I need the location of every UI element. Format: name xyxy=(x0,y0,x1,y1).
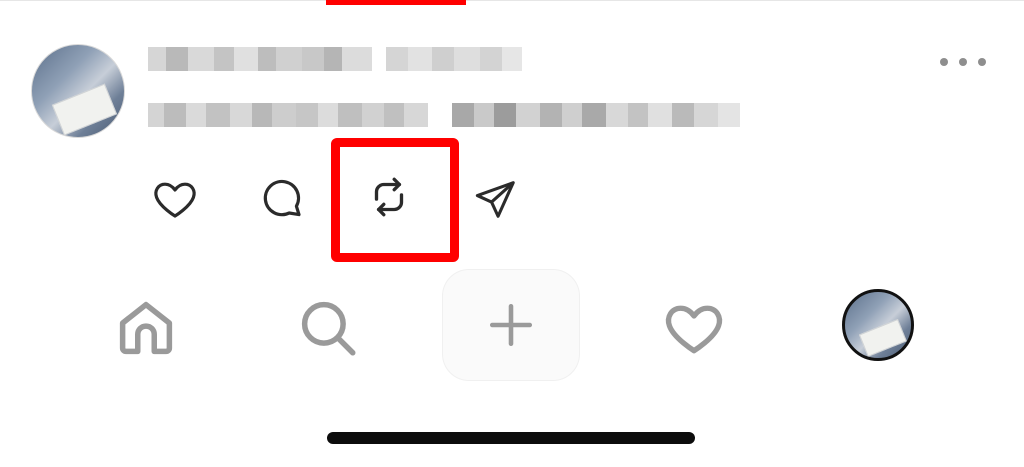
post-author-avatar[interactable] xyxy=(31,44,125,138)
home-icon xyxy=(119,301,173,355)
nav-search-button[interactable] xyxy=(292,292,364,364)
home-indicator xyxy=(327,432,695,444)
post-author-name-redacted xyxy=(148,44,522,74)
comment-bubble-icon xyxy=(263,179,301,217)
more-horizontal-icon xyxy=(940,58,948,66)
send-paper-plane-icon xyxy=(475,181,515,218)
nav-home-button[interactable] xyxy=(110,292,182,364)
repost-button[interactable] xyxy=(362,170,416,224)
nav-profile-button[interactable] xyxy=(842,289,914,361)
share-button[interactable] xyxy=(468,172,522,226)
heart-outline-icon xyxy=(665,305,723,354)
post-caption-redacted xyxy=(148,100,740,130)
repost-arrows-icon xyxy=(374,177,404,217)
plus-icon xyxy=(489,303,533,347)
top-divider xyxy=(0,0,1024,1)
heart-outline-icon xyxy=(154,182,196,218)
screen xyxy=(0,0,1024,467)
nav-activity-button[interactable] xyxy=(658,292,730,364)
comment-button[interactable] xyxy=(255,172,309,226)
post-more-button[interactable] xyxy=(940,52,986,72)
search-icon xyxy=(301,301,356,356)
highlight-box-fragment xyxy=(326,0,466,5)
nav-create-button[interactable] xyxy=(443,270,579,380)
like-button[interactable] xyxy=(148,172,202,226)
